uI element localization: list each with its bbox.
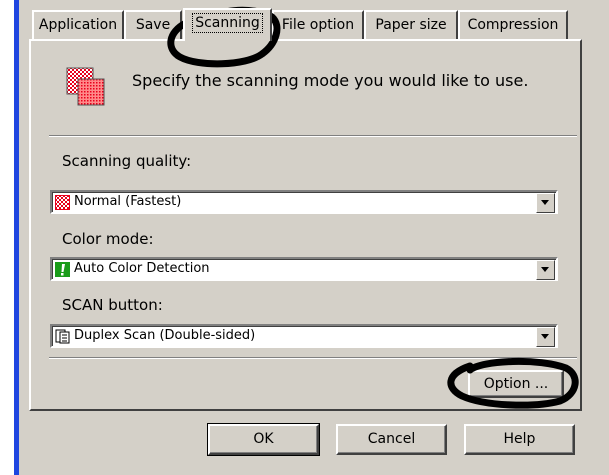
option-button[interactable]: Option ... <box>468 370 564 398</box>
ok-button[interactable]: OK <box>207 423 320 456</box>
scanning-quality-value: Normal (Fastest) <box>74 194 182 209</box>
color-mode-value: Auto Color Detection <box>74 261 210 276</box>
scanning-quality-select[interactable]: Normal (Fastest) <box>50 190 558 214</box>
scan-mode-icon <box>66 67 106 107</box>
page-description: Specify the scanning mode you would like… <box>132 71 529 90</box>
tab-label: Application <box>38 17 118 33</box>
tab-file-option[interactable]: File option <box>272 10 364 40</box>
tab-label: Scanning <box>192 13 263 33</box>
scan-button-select[interactable]: Duplex Scan (Double-sided) <box>50 324 558 348</box>
separator <box>49 135 577 137</box>
tab-paper-size[interactable]: Paper size <box>364 10 458 40</box>
tab-application[interactable]: Application <box>32 10 124 40</box>
checker-quality-icon <box>55 195 70 210</box>
duplex-page-icon <box>55 329 70 344</box>
scan-button-label: SCAN button: <box>62 296 163 314</box>
separator <box>49 357 577 359</box>
tab-compression[interactable]: Compression <box>458 10 568 40</box>
tab-label: Save <box>135 17 171 33</box>
tab-label: Compression <box>467 17 559 33</box>
chevron-down-icon[interactable] <box>536 260 555 280</box>
cancel-button[interactable]: Cancel <box>336 424 447 455</box>
tab-label: File option <box>281 17 355 33</box>
tab-save[interactable]: Save <box>124 10 182 40</box>
auto-color-icon <box>55 262 70 277</box>
tab-label: Paper size <box>375 17 447 33</box>
scanning-quality-label: Scanning quality: <box>62 152 192 170</box>
color-mode-select[interactable]: Auto Color Detection <box>50 257 558 281</box>
tab-scanning[interactable]: Scanning <box>183 8 272 41</box>
tab-page-scanning <box>29 39 582 411</box>
help-button[interactable]: Help <box>464 424 575 455</box>
color-mode-label: Color mode: <box>62 230 154 248</box>
chevron-down-icon[interactable] <box>536 327 555 347</box>
scan-button-value: Duplex Scan (Double-sided) <box>74 328 256 343</box>
window-left-edge <box>0 0 19 475</box>
chevron-down-icon[interactable] <box>536 193 555 213</box>
